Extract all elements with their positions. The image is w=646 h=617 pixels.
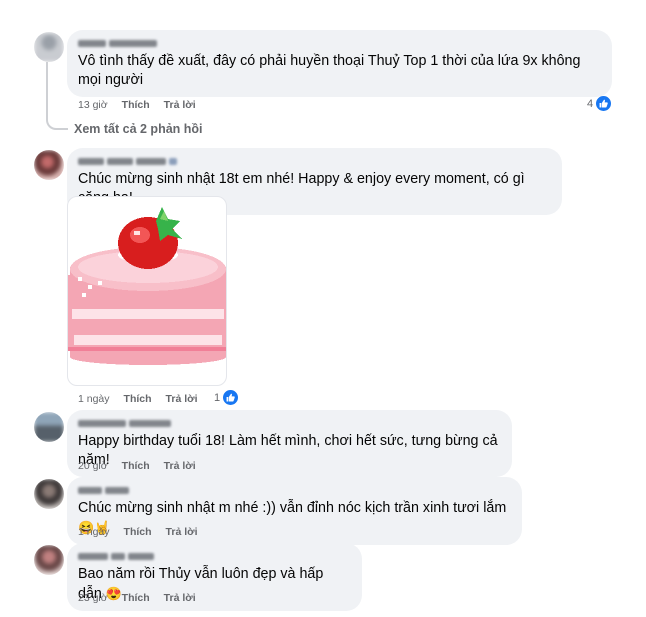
comment-2-time[interactable]: 1 ngày [78, 393, 110, 405]
like-reaction-icon [596, 96, 612, 111]
comment-4-text-body: Chúc mừng sinh nhật m nhé :)) vẫn đỉnh n… [78, 500, 507, 516]
comment-1-reactions[interactable]: 4 [587, 96, 612, 111]
comment-2-like-button[interactable]: Thích [124, 393, 152, 405]
comment-2-reply-button[interactable]: Trả lời [166, 393, 198, 405]
comment-4-like-button[interactable]: Thích [124, 526, 152, 538]
comment-4-avatar[interactable] [34, 479, 64, 509]
comment-5-like-button[interactable]: Thích [122, 592, 150, 604]
comment-4-author-name[interactable] [78, 483, 511, 497]
comment-3-like-button[interactable]: Thích [122, 460, 150, 472]
comment-1-like-button[interactable]: Thích [122, 99, 150, 111]
comment-1-avatar[interactable] [34, 32, 64, 62]
like-reaction-icon [223, 390, 239, 405]
comment-5-author-name[interactable] [78, 549, 351, 563]
comment-2-avatar[interactable] [34, 150, 64, 180]
comment-2-reactions[interactable]: 1 [214, 390, 239, 405]
comment-1-time[interactable]: 13 giờ [78, 99, 108, 111]
comment-3-avatar[interactable] [34, 412, 64, 442]
comment-2-author-name[interactable] [78, 154, 551, 168]
comment-1-text: Vô tình thấy đề xuất, đây có phải huyền … [78, 53, 581, 88]
comment-5-time[interactable]: 23 giờ [78, 592, 108, 604]
comment-3-actions: 20 giờ Thích Trả lời [78, 460, 196, 472]
comment-5-actions: 23 giờ Thích Trả lời [78, 592, 196, 604]
view-all-replies-link[interactable]: Xem tất cả 2 phản hồi [74, 122, 203, 136]
comment-1-bubble: Vô tình thấy đề xuất, đây có phải huyền … [67, 30, 612, 97]
comment-5-reply-button[interactable]: Trả lời [164, 592, 196, 604]
comment-4-reply-button[interactable]: Trả lời [166, 526, 198, 538]
comment-4-time[interactable]: 1 ngày [78, 526, 110, 538]
reply-thread-line [46, 62, 68, 130]
comment-4-actions: 1 ngày Thích Trả lời [78, 526, 198, 538]
comment-1-reply-button[interactable]: Trả lời [164, 99, 196, 111]
comment-1-reaction-count: 4 [587, 97, 594, 110]
comment-5-avatar[interactable] [34, 545, 64, 575]
strawberry-cake-sticker[interactable] [67, 196, 227, 386]
comment-3-time[interactable]: 20 giờ [78, 460, 108, 472]
comment-1-author-name[interactable] [78, 36, 601, 50]
comment-3-reply-button[interactable]: Trả lời [164, 460, 196, 472]
comment-2-actions: 1 ngày Thích Trả lời [78, 393, 198, 405]
comment-2-reaction-count: 1 [214, 391, 221, 404]
comment-3-author-name[interactable] [78, 416, 501, 430]
comment-1-actions: 13 giờ Thích Trả lời [78, 99, 196, 111]
